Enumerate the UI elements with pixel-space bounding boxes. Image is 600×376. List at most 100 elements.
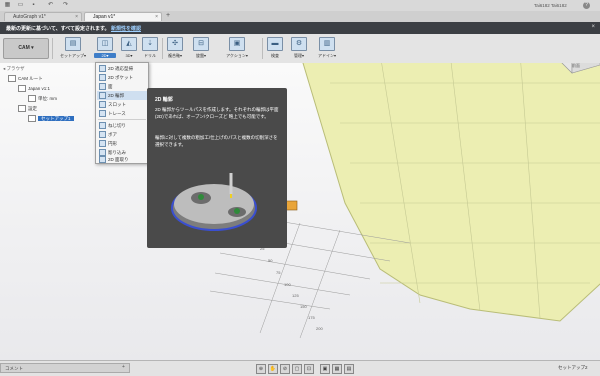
redo-icon[interactable]: ↷ (62, 2, 69, 9)
toolbar-separator (262, 38, 263, 59)
chamfer-icon (99, 156, 106, 164)
action-icon: ▣ (229, 37, 245, 51)
toolbar-addin-button[interactable]: ▥ アドイン▾ (310, 37, 344, 61)
menu-item-2d-adaptive[interactable]: 2D 適応型掃 (97, 64, 147, 73)
tree-item-setup1[interactable]: セットアップ1 (28, 115, 74, 123)
zoom-window-icon[interactable]: ⊡ (304, 364, 314, 374)
pocket-icon (99, 74, 106, 82)
setup-icon: ▤ (65, 37, 81, 51)
close-icon[interactable]: × (591, 24, 595, 30)
2d-dropdown-menu: 2D 適応型掃 2D ポケット 面 2D 輪郭 スロット トレース ねじ切り ボ… (95, 62, 149, 164)
2d-icon: ◫ (97, 37, 113, 51)
folder-icon (8, 75, 16, 83)
face-icon (99, 83, 106, 91)
toolbar-setup-button[interactable]: ▤ セットアップ▾ (56, 37, 90, 61)
axis-tick-label: 100 (284, 282, 291, 287)
manage-icon: ⚙ (291, 37, 307, 51)
axis-tick-label: 150 (300, 304, 307, 309)
pan-icon[interactable]: ✋ (268, 364, 278, 374)
file-icon[interactable]: ▭ (17, 2, 24, 9)
new-tab-icon[interactable]: + (166, 12, 170, 19)
grid-settings-icon[interactable]: ▦ (332, 364, 342, 374)
toolbar-inspect-button[interactable]: ▬ 検査 (264, 37, 286, 61)
menu-item-face[interactable]: 面 (97, 82, 147, 91)
status-bar: コメント + ⊕ ✋ ⊘ ▢ ⊡ ▣ ▦ ▤ セットアップ2 (0, 360, 600, 376)
tooltip-title: 2D 輪郭 (155, 97, 173, 103)
menu-item-2d-contour[interactable]: 2D 輪郭 (97, 91, 147, 100)
axis-tick-label: 175 (308, 315, 315, 320)
expand-icon[interactable]: + (122, 364, 125, 370)
adaptive-icon (99, 65, 106, 73)
tree-item-units[interactable]: 単位: mm (28, 95, 57, 103)
close-icon[interactable]: × (155, 13, 158, 22)
grid-menu-icon[interactable]: ▦ (4, 2, 11, 9)
viewcube-label[interactable]: 前面 (572, 63, 580, 69)
trace-icon (99, 110, 106, 118)
axis-tick-label: 200 (316, 326, 323, 331)
workspace-switcher[interactable]: CAM ▾ (3, 38, 49, 59)
tab-label: Japan v1* (93, 14, 116, 20)
stock-plane (302, 63, 600, 322)
toolbar-multiaxis-button[interactable]: ✣ 複合軸▾ (164, 37, 186, 61)
turning-icon: ⊟ (193, 37, 209, 51)
notice-link[interactable]: 新規性を確認 (111, 26, 141, 32)
tooltip-description: 2D 輪郭からツールパスを作成します。それぞれの輪郭は平面(2D)であれば、オー… (155, 107, 279, 119)
menu-item-circular[interactable]: 円形 (97, 139, 147, 148)
axis-ticks: 25 50 75 100 125 150 175 200 (260, 246, 323, 331)
bore-icon (99, 131, 106, 139)
toolbar-action-button[interactable]: ▣ アクション▾ (222, 37, 252, 61)
fit-icon[interactable]: ▢ (292, 364, 302, 374)
addin-icon: ▥ (319, 37, 335, 51)
toolbar-separator (162, 38, 163, 59)
toolbar-drill-button[interactable]: ⇣ ドリル (140, 37, 160, 61)
user-name[interactable]: Tai6182 Tai6182 (534, 3, 567, 8)
toolbar-manage-button[interactable]: ⚙ 管理▾ (288, 37, 310, 61)
save-icon[interactable]: ▪ (30, 2, 37, 9)
browser-panel: ◂ ブラウザ CAM ルート Japan v1:1 単位: mm 設定 セットア… (0, 63, 100, 133)
menu-separator (98, 119, 146, 120)
orbit-icon[interactable]: ⊕ (256, 364, 266, 374)
toolbar-separator (52, 38, 53, 59)
toolbar-turning-button[interactable]: ⊟ 旋盤▾ (190, 37, 212, 61)
tooltip-2d-contour: 2D 輪郭 2D 輪郭からツールパスを作成します。それぞれの輪郭は平面(2D)で… (147, 88, 287, 248)
toolbar-3d-button[interactable]: ◭ 3D▾ (118, 37, 140, 61)
toolbar-2d-button[interactable]: ◫ 2D▾ (94, 37, 116, 61)
ribbon-toolbar: CAM ▾ ▤ セットアップ▾ ◫ 2D▾ ◭ 3D▾ ⇣ ドリル ✣ 複合軸▾… (0, 34, 600, 64)
component-icon (18, 85, 26, 93)
circular-icon (99, 140, 106, 148)
tab-autograph[interactable]: AutoGraph v1* × (4, 12, 82, 21)
notice-text: 最新の更新に基づいて、すべて設定されます。 新規性を確認 (6, 26, 141, 32)
zoom-icon[interactable]: ⊘ (280, 364, 290, 374)
menu-item-2d-chamfer[interactable]: 2D 面取り (97, 155, 147, 164)
undo-icon[interactable]: ↶ (47, 2, 54, 9)
menu-item-bore[interactable]: ボア (97, 130, 147, 139)
viewport-settings-icon[interactable]: ▤ (344, 364, 354, 374)
drill-icon: ⇣ (142, 37, 158, 51)
menu-item-thread[interactable]: ねじ切り (97, 121, 147, 130)
update-notice-bar: 最新の更新に基づいて、すべて設定されます。 新規性を確認 × (0, 22, 600, 34)
tree-item-settings[interactable]: 設定 (18, 105, 37, 113)
thread-icon (99, 122, 106, 130)
tab-japan[interactable]: Japan v1* × (84, 12, 162, 21)
inspect-icon: ▬ (267, 37, 283, 51)
close-icon[interactable]: × (75, 13, 78, 22)
tree-item-cam-root[interactable]: CAM ルート (8, 75, 43, 83)
axis-tick-label: 50 (268, 258, 273, 263)
menu-item-2d-pocket[interactable]: 2D ポケット (97, 73, 147, 82)
contour-icon (99, 92, 106, 100)
slot-icon (99, 101, 106, 109)
tree-item-japan[interactable]: Japan v1:1 (18, 85, 50, 93)
contour-illustration (171, 173, 257, 231)
display-settings-icon[interactable]: ▣ (320, 364, 330, 374)
menu-item-trace[interactable]: トレース (97, 109, 147, 118)
settings-icon (18, 105, 26, 113)
3d-icon: ◭ (121, 37, 137, 51)
menu-item-slot[interactable]: スロット (97, 100, 147, 109)
axis-tick-label: 125 (292, 293, 299, 298)
help-icon[interactable]: ? (583, 2, 590, 9)
units-icon (28, 95, 36, 103)
multiaxis-icon: ✣ (167, 37, 183, 51)
comment-panel[interactable]: コメント (0, 363, 130, 373)
setup-icon (28, 115, 36, 123)
tab-label: AutoGraph v1* (13, 14, 46, 20)
